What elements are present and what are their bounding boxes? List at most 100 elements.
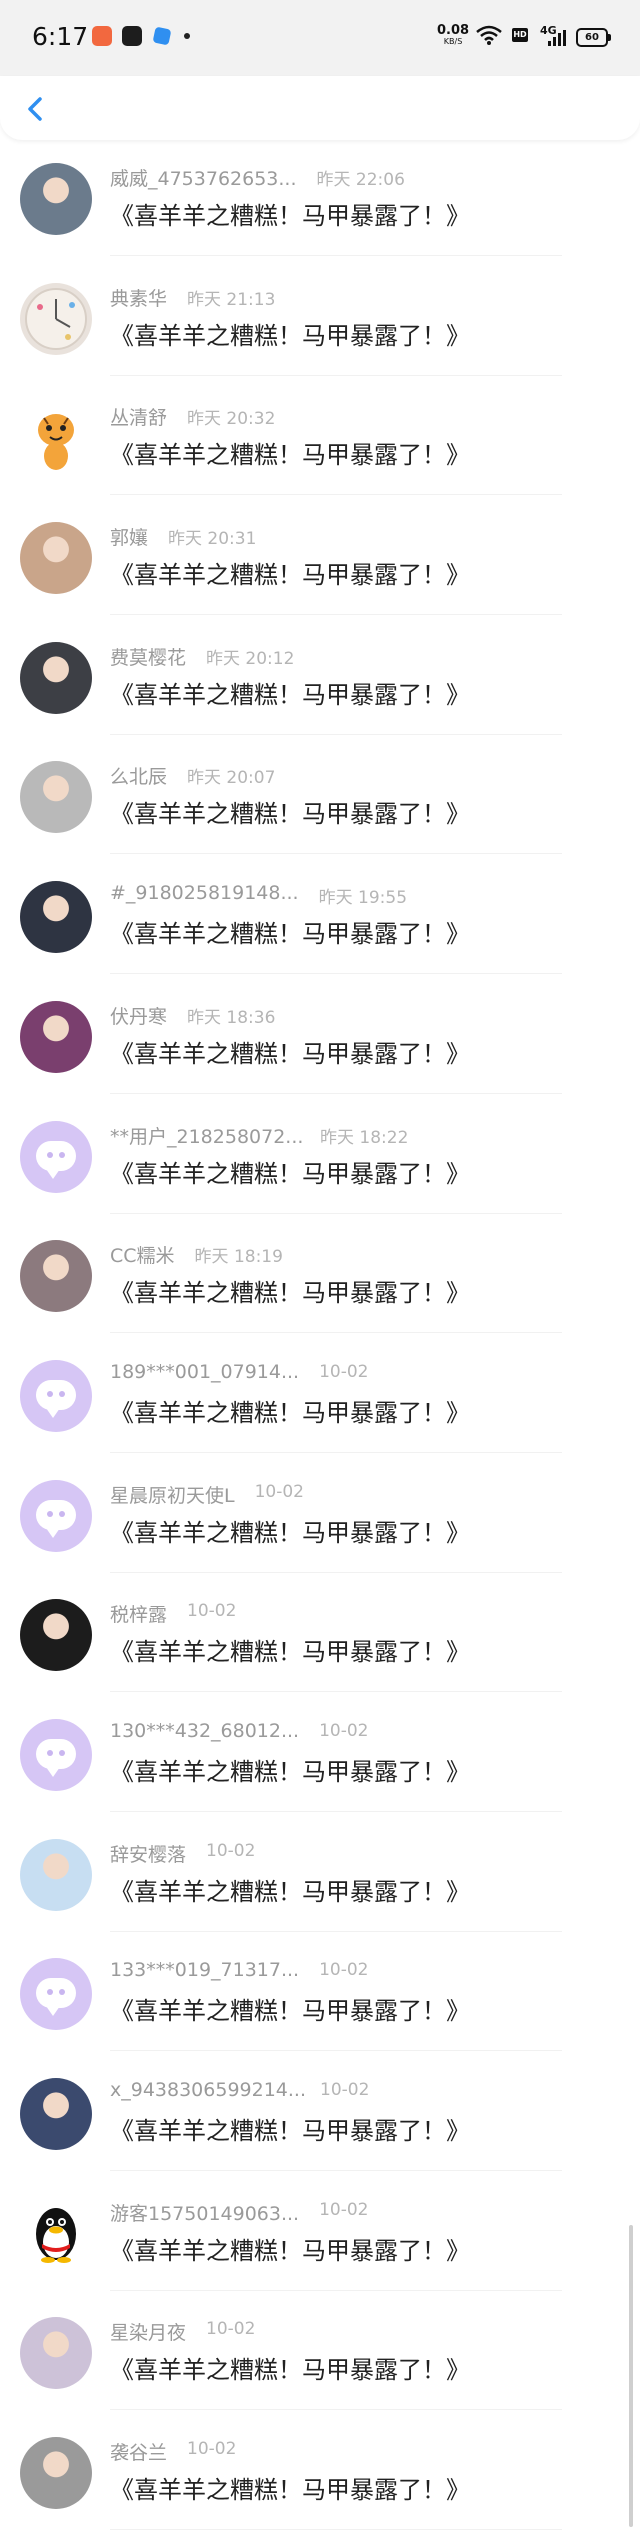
commenter-name[interactable]: 星晨原初天使L (110, 1481, 235, 1508)
comment-item[interactable]: 辞安樱落 10-02 《喜羊羊之糟糕！马甲暴露了！》 (0, 1830, 640, 1950)
commenter-name[interactable]: 袭谷兰 (110, 2438, 167, 2465)
comment-item[interactable]: 袭谷兰 10-02 《喜羊羊之糟糕！马甲暴露了！》 (0, 2428, 640, 2548)
user-avatar-photo[interactable] (20, 2317, 92, 2390)
comment-item[interactable]: CC糯米 昨天 18:19 《喜羊羊之糟糕！马甲暴露了！》 (0, 1231, 640, 1351)
user-avatar-photo[interactable] (20, 163, 92, 235)
comment-time: 昨天 19:55 (318, 888, 408, 909)
comment-item[interactable]: 典素华 昨天 21:13 《喜羊羊之糟糕！马甲暴露了！》 (0, 274, 640, 394)
divider (110, 614, 562, 616)
comment-item[interactable]: 星染月夜 10-02 《喜羊羊之糟糕！马甲暴露了！》 (0, 2308, 640, 2428)
avatar[interactable] (20, 282, 92, 355)
default-avatar[interactable] (20, 1479, 92, 1552)
commenter-name[interactable]: 130***432_68012... (110, 1720, 299, 1742)
comment-text: 《喜羊羊之糟糕！马甲暴露了！》 (110, 1877, 470, 1906)
comment-time: 10-02 (187, 1601, 237, 1622)
commenter-name[interactable]: 么北辰 (110, 762, 167, 789)
comment-time: 昨天 18:19 (194, 1247, 283, 1268)
comment-item[interactable]: **用户_218258072... 昨天 18:22 《喜羊羊之糟糕！马甲暴露了！》 (0, 1112, 640, 1232)
network-speed: 0.08 KB/S (437, 24, 469, 47)
comment-time: 10-02 (320, 2080, 370, 2100)
divider (110, 2409, 562, 2411)
default-avatar[interactable] (20, 1359, 92, 1432)
chat-bubble-icon (36, 1738, 76, 1777)
comment-time: 昨天 22:06 (316, 170, 405, 190)
comment-item[interactable]: x_9438306599214... 10-02 《喜羊羊之糟糕！马甲暴露了！》 (0, 2069, 640, 2189)
user-avatar-photo[interactable] (20, 1838, 92, 1911)
user-avatar-photo[interactable] (20, 1599, 92, 1672)
comment-text: 《喜羊羊之糟糕！马甲暴露了！》 (110, 1039, 470, 1068)
commenter-name[interactable]: 189***001_07914... (110, 1361, 299, 1383)
commenter-name[interactable]: 游客15750149063... (110, 2199, 299, 2226)
penguin-icon (36, 2207, 76, 2263)
divider (110, 1451, 562, 1453)
commenter-name[interactable]: #_918025819148... (110, 882, 299, 904)
back-button[interactable] (14, 86, 58, 130)
comment-item[interactable]: 丛清舒 昨天 20:32 《喜羊羊之糟糕！马甲暴露了！》 (0, 393, 640, 513)
divider (110, 733, 562, 735)
status-bar: 6:17 0.08 KB/S HD 4G 60 (0, 0, 640, 76)
commenter-name[interactable]: 丛清舒 (110, 403, 167, 430)
comment-item[interactable]: 伏丹寒 昨天 18:36 《喜羊羊之糟糕！马甲暴露了！》 (0, 992, 640, 1112)
comment-item[interactable]: 130***432_68012... 10-02 《喜羊羊之糟糕！马甲暴露了！》 (0, 1710, 640, 1830)
comment-text: 《喜羊羊之糟糕！马甲暴露了！》 (110, 920, 470, 949)
wifi-icon (476, 25, 502, 45)
user-avatar-photo[interactable] (20, 881, 92, 954)
default-avatar[interactable] (20, 1958, 92, 2031)
chat-bubble-icon (36, 1499, 76, 1538)
comment-time: 10-02 (319, 1960, 369, 1981)
divider (110, 1691, 562, 1693)
commenter-name[interactable]: 费莫樱花 (110, 643, 186, 670)
comment-item[interactable]: 郭孃 昨天 20:31 《喜羊羊之糟糕！马甲暴露了！》 (0, 513, 640, 633)
comment-item[interactable]: #_918025819148... 昨天 19:55 《喜羊羊之糟糕！马甲暴露了！》 (0, 872, 640, 992)
commenter-name[interactable]: 伏丹寒 (110, 1002, 167, 1029)
comment-item[interactable]: 星晨原初天使L 10-02 《喜羊羊之糟糕！马甲暴露了！》 (0, 1471, 640, 1591)
divider (110, 2170, 562, 2171)
user-avatar-photo[interactable] (20, 641, 92, 714)
user-avatar-photo[interactable] (20, 522, 92, 595)
default-avatar[interactable] (20, 1120, 92, 1193)
comment-text: 《喜羊羊之糟糕！马甲暴露了！》 (110, 441, 470, 470)
comment-item[interactable]: 133***019_71317... 10-02 《喜羊羊之糟糕！马甲暴露了！》 (0, 1949, 640, 2069)
avatar[interactable] (20, 2197, 92, 2270)
commenter-name[interactable]: **用户_218258072... (110, 1122, 303, 1149)
comment-item[interactable]: 税梓露 10-02 《喜羊羊之糟糕！马甲暴露了！》 (0, 1590, 640, 1710)
commenter-name[interactable]: 税梓露 (110, 1600, 167, 1627)
comment-item[interactable]: 189***001_07914... 10-02 《喜羊羊之糟糕！马甲暴露了！》 (0, 1351, 640, 1471)
comment-text: 《喜羊羊之糟糕！马甲暴露了！》 (110, 1398, 470, 1427)
commenter-name[interactable]: x_9438306599214... (110, 2079, 306, 2101)
commenter-name[interactable]: 郭孃 (110, 523, 148, 550)
user-avatar-photo[interactable] (20, 2078, 92, 2150)
divider (110, 1571, 562, 1573)
commenter-name[interactable]: 辞安樱落 (110, 1840, 186, 1867)
divider (110, 1332, 562, 1334)
divider (110, 2289, 562, 2291)
comment-list[interactable]: 威威_4753762653... 昨天 22:06 《喜羊羊之糟糕！马甲暴露了！》典… (0, 154, 640, 2548)
commenter-name[interactable]: 典素华 (110, 284, 167, 311)
comment-text: 《喜羊羊之糟糕！马甲暴露了！》 (110, 561, 470, 590)
divider (110, 255, 562, 256)
user-avatar-photo[interactable] (20, 2437, 92, 2510)
comment-item[interactable]: 么北辰 昨天 20:07 《喜羊羊之糟糕！马甲暴露了！》 (0, 752, 640, 872)
comment-time: 昨天 21:13 (187, 289, 276, 310)
comment-item[interactable]: 游客15750149063... 10-02 《喜羊羊之糟糕！马甲暴露了！》 (0, 2189, 640, 2309)
default-avatar[interactable] (20, 1718, 92, 1791)
signal-icon (548, 30, 566, 46)
commenter-name[interactable]: 133***019_71317... (110, 1959, 299, 1981)
comment-item[interactable]: 费莫樱花 昨天 20:12 《喜羊羊之糟糕！马甲暴露了！》 (0, 633, 640, 753)
avatar[interactable] (20, 402, 92, 475)
comment-time: 10-02 (319, 1361, 369, 1382)
user-avatar-photo[interactable] (20, 1000, 92, 1073)
commenter-name[interactable]: CC糯米 (110, 1241, 175, 1268)
user-avatar-photo[interactable] (20, 1240, 92, 1313)
chat-bubble-icon (36, 1140, 76, 1179)
nav-bar (0, 76, 640, 140)
commenter-name[interactable]: 威威_4753762653... (110, 164, 297, 191)
user-avatar-photo[interactable] (20, 761, 92, 834)
commenter-name[interactable]: 星染月夜 (110, 2318, 186, 2345)
scrollbar[interactable] (629, 2225, 633, 2527)
comment-time: 昨天 18:22 (320, 1127, 409, 1148)
chevron-left-icon (28, 97, 42, 121)
status-time: 6:17 (32, 22, 89, 51)
comment-item[interactable]: 威威_4753762653... 昨天 22:06 《喜羊羊之糟糕！马甲暴露了！》 (0, 154, 640, 274)
divider (110, 2529, 562, 2531)
